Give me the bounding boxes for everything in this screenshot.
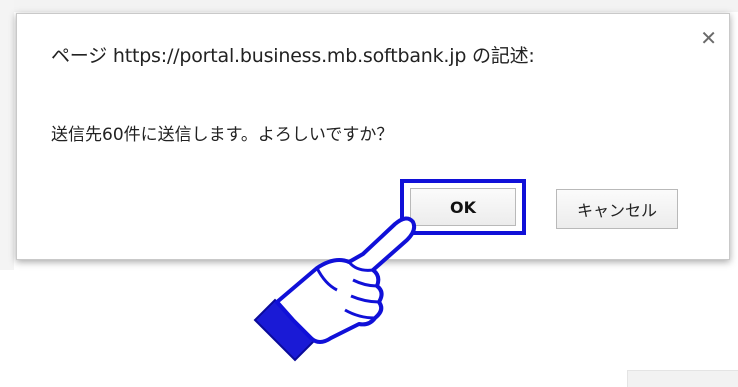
dialog-message: 送信先60件に送信します。よろしいですか？ xyxy=(51,125,394,145)
page-background-top xyxy=(0,0,738,12)
cancel-button[interactable]: キャンセル xyxy=(556,189,678,229)
screenshot-stage: ページ https://portal.business.mb.softbank.… xyxy=(0,0,738,387)
page-background-left xyxy=(0,0,14,270)
pointing-hand-icon xyxy=(253,216,417,362)
close-icon[interactable]: ✕ xyxy=(700,28,717,48)
ok-button[interactable]: OK xyxy=(410,188,516,226)
page-background-fragment xyxy=(627,370,738,387)
dialog-title: ページ https://portal.business.mb.softbank.… xyxy=(51,45,535,67)
